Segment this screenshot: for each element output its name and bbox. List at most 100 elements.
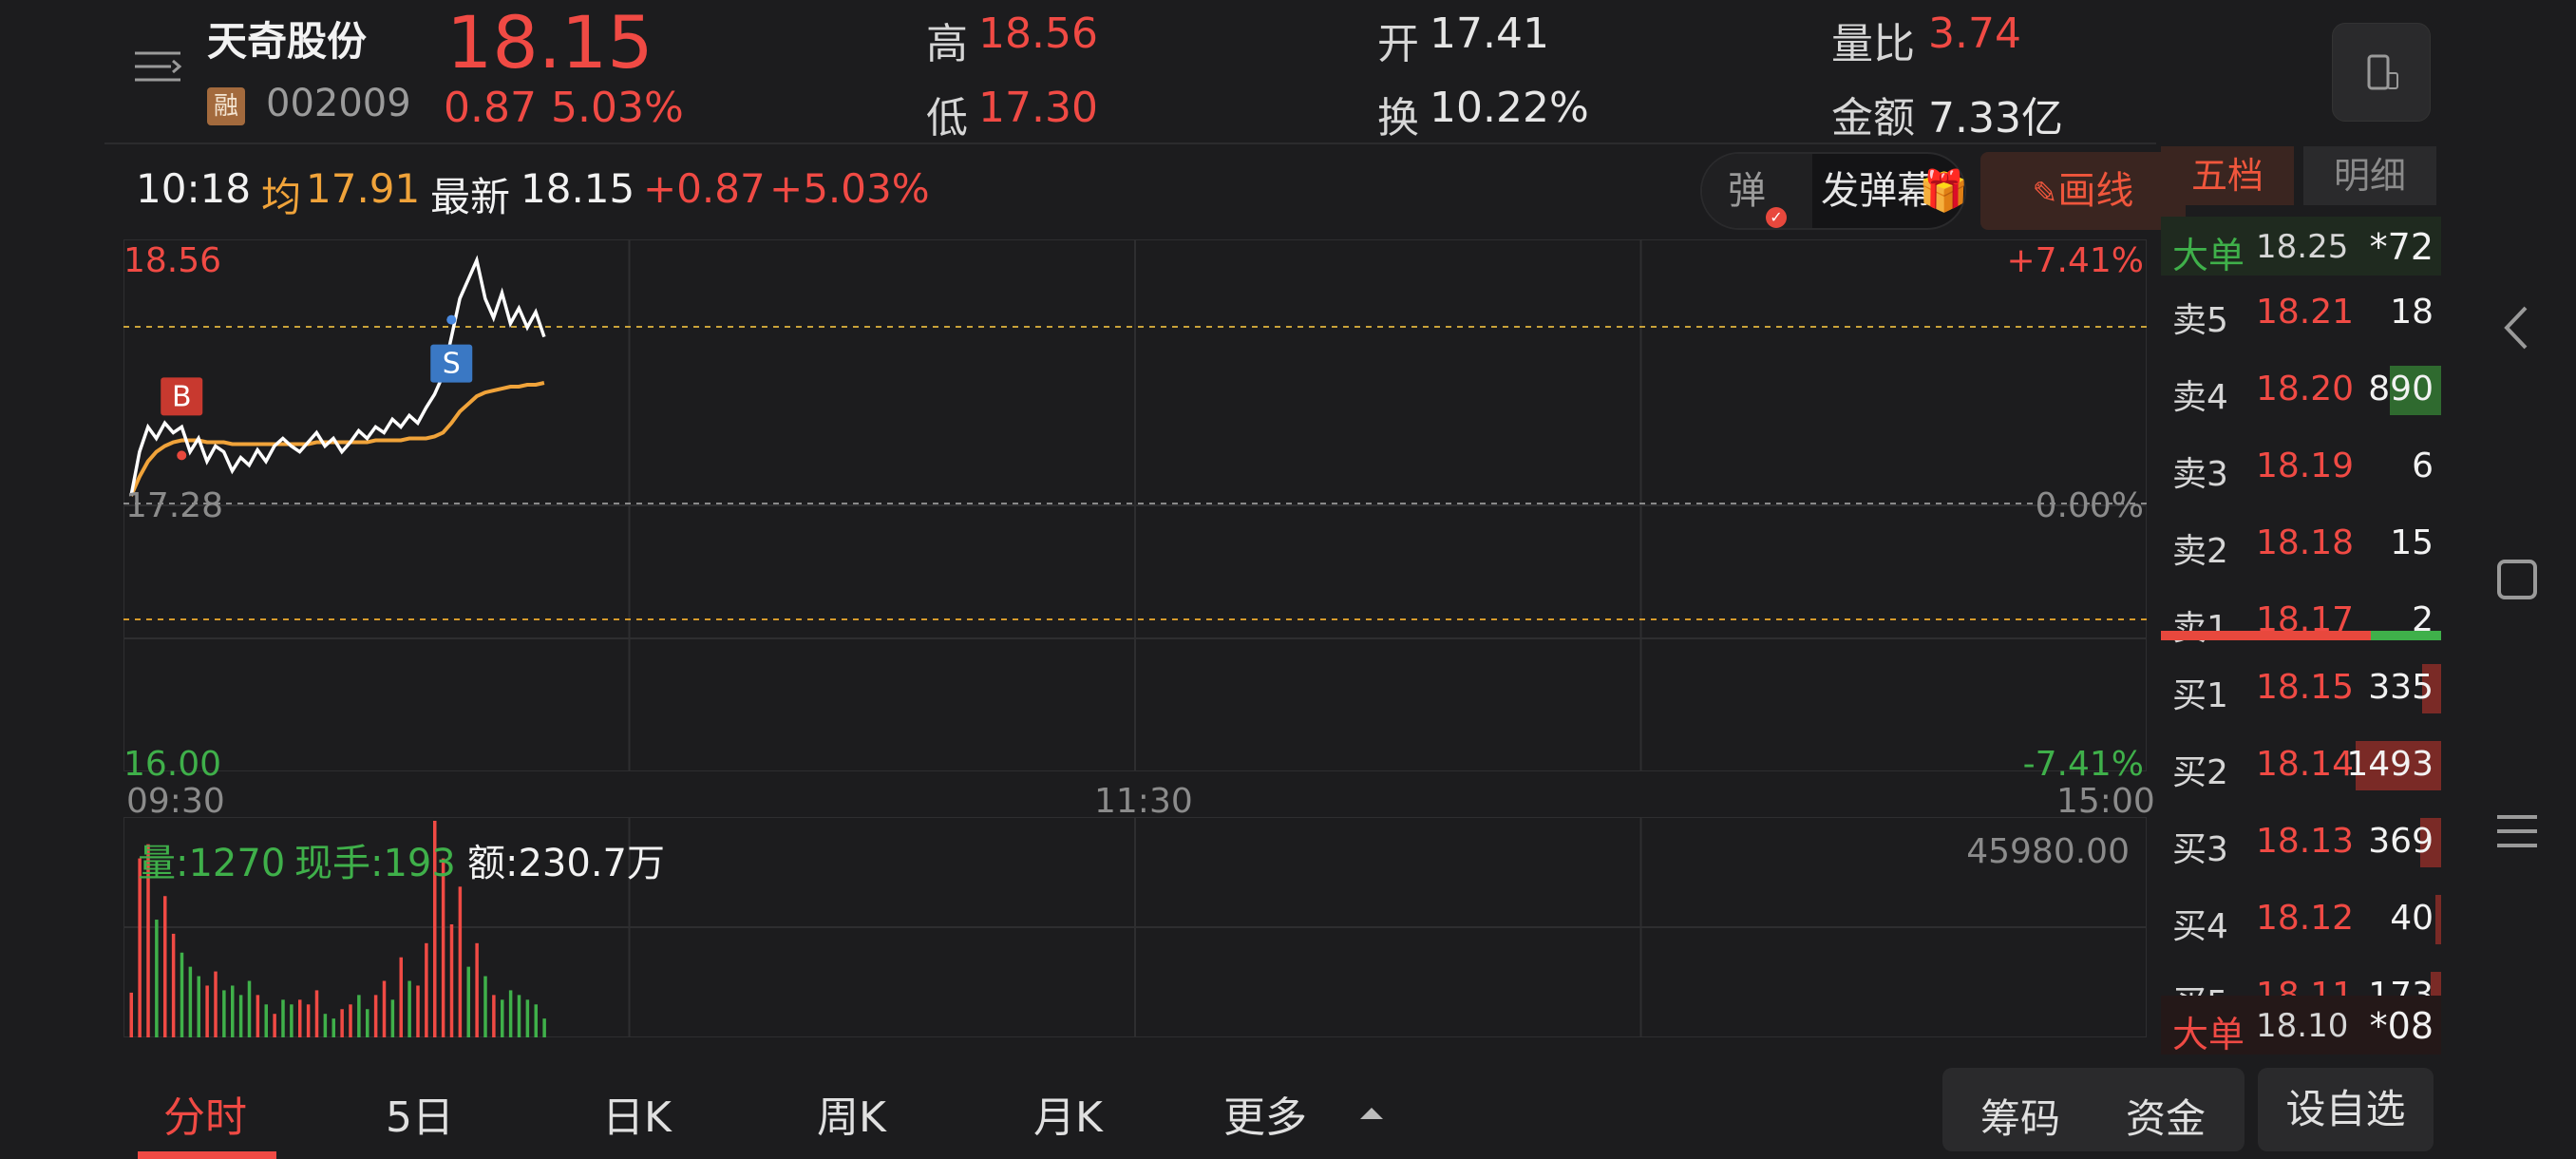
current-volume-label: 现手:193 xyxy=(294,842,456,885)
volume-bar xyxy=(466,966,470,1037)
level-price: 18.12 xyxy=(2256,899,2355,938)
quote-header: 天奇股份 融 002009 18.15 0.87 5.03% 高 18.56 低… xyxy=(0,0,2441,142)
big-order-top-label: 大单 xyxy=(2172,235,2245,276)
gift-icon: 🎁 xyxy=(1919,167,1969,214)
draw-line-button[interactable]: ✎画线 xyxy=(1980,152,2186,230)
volume-bar xyxy=(129,992,133,1037)
level-label: 买1 xyxy=(2172,676,2228,715)
ask-row-1[interactable]: 卖5 18.21 18 xyxy=(2161,285,2441,342)
big-order-bottom-qty: *08 xyxy=(2369,1005,2434,1047)
send-danmu-button[interactable]: 发弹幕 xyxy=(1821,154,1935,228)
back-icon[interactable] xyxy=(2484,294,2550,361)
latest-value: 18.15 xyxy=(521,165,635,212)
order-book: 五档 明细 大单 18.25 *72 卖5 18.21 18 卖4 18.20 890 卖3… xyxy=(2161,142,2441,1055)
chart-grid xyxy=(123,239,2147,771)
volume-bar xyxy=(163,896,167,1037)
big-order-top-qty: *72 xyxy=(2369,226,2434,268)
tab-five-levels[interactable]: 五档 xyxy=(2161,146,2294,205)
level-label: 买3 xyxy=(2172,830,2228,869)
level-qty: 335 xyxy=(2368,668,2434,707)
big-order-bottom-price: 18.10 xyxy=(2256,1007,2349,1045)
bid-row-1[interactable]: 买1 18.15 335 xyxy=(2161,660,2441,717)
pencil-icon: ✎ xyxy=(2032,175,2058,211)
amount-label: 金额 xyxy=(1831,94,1915,142)
volume-bar xyxy=(340,1009,344,1037)
y-axis-bottom-label: 16.00 xyxy=(123,745,222,784)
level-label: 买2 xyxy=(2172,753,2228,792)
level-price: 18.13 xyxy=(2256,822,2355,861)
bid-row-3[interactable]: 买3 18.13 369 xyxy=(2161,814,2441,871)
stock-name[interactable]: 天奇股份 xyxy=(207,10,367,67)
y-axis-top-label: 18.56 xyxy=(123,241,222,280)
volume-amount-label: 额:230.7万 xyxy=(467,842,665,885)
volume-bar xyxy=(373,995,378,1037)
ask-row-4[interactable]: 卖2 18.18 15 xyxy=(2161,516,2441,573)
ask-row-3[interactable]: 卖3 18.19 6 xyxy=(2161,439,2441,496)
level-qty: 6 xyxy=(2412,446,2434,485)
level-price: 18.20 xyxy=(2256,370,2355,408)
level-price: 18.15 xyxy=(2256,668,2355,707)
volume-bar xyxy=(238,995,243,1037)
period-tabs: 分时 5日 日K 周K 月K 更多 筹码 资金 设自选 xyxy=(0,1064,2441,1159)
tab-details[interactable]: 明细 xyxy=(2303,146,2436,205)
tab-monthly-k[interactable]: 月K xyxy=(1033,1083,1103,1144)
danmu-control: 弹✓ 发弹幕 🎁 xyxy=(1700,152,1969,230)
active-tab-indicator xyxy=(138,1151,276,1159)
volume-bar xyxy=(298,999,302,1037)
turnover-value: 10.22% xyxy=(1430,84,1589,132)
level-label: 卖5 xyxy=(2172,301,2228,340)
phone-rotate-icon xyxy=(2367,54,2398,90)
volume-bar xyxy=(323,1014,328,1037)
stock-code: 002009 xyxy=(266,82,411,125)
danmu-toggle-button[interactable]: 弹✓ xyxy=(1702,154,1812,228)
ask-row-2[interactable]: 卖4 18.20 890 xyxy=(2161,362,2441,419)
volume-bar xyxy=(483,976,487,1037)
sell-dot xyxy=(446,314,457,325)
volume-bar xyxy=(290,1004,294,1037)
order-book-tabs: 五档 明细 xyxy=(2161,142,2441,209)
amount-value: 7.33亿 xyxy=(1928,94,2063,142)
tab-5day[interactable]: 5日 xyxy=(386,1083,454,1144)
caret-up-icon[interactable] xyxy=(1356,1104,1387,1123)
landscape-toggle-button[interactable] xyxy=(2332,23,2431,122)
volume-bar xyxy=(247,980,252,1037)
add-watchlist-button[interactable]: 设自选 xyxy=(2258,1068,2434,1151)
volume-bar xyxy=(214,971,218,1037)
bid-row-2[interactable]: 买2 18.14 1493 xyxy=(2161,737,2441,794)
level-qty: 40 xyxy=(2390,899,2434,938)
volume-max-label: 45980.00 xyxy=(1966,832,2130,871)
volume-bar xyxy=(449,923,454,1037)
level-label: 卖3 xyxy=(2172,455,2228,494)
info-time: 10:18 xyxy=(136,165,252,212)
x-axis-end-label: 15:00 xyxy=(2056,782,2155,821)
volume-bar xyxy=(349,1004,352,1037)
volume-bar xyxy=(534,1004,538,1037)
volume-bar xyxy=(399,957,403,1037)
tab-daily-k[interactable]: 日K xyxy=(602,1083,672,1144)
chips-button[interactable]: 筹码 xyxy=(1980,1087,2060,1145)
big-order-top-price: 18.25 xyxy=(2256,228,2349,266)
ask-row-5[interactable]: 卖1 18.17 2 xyxy=(2161,593,2441,650)
header-divider xyxy=(104,142,2156,144)
volume-bar xyxy=(382,980,387,1037)
level-label: 卖4 xyxy=(2172,378,2228,417)
tab-weekly-k[interactable]: 周K xyxy=(817,1083,886,1144)
info-change-pct: +5.03% xyxy=(769,165,930,212)
funds-button[interactable]: 资金 xyxy=(2126,1087,2206,1145)
volume-ratio-value: 3.74 xyxy=(1928,10,2021,58)
check-badge-icon: ✓ xyxy=(1766,207,1787,228)
menu-icon[interactable] xyxy=(133,48,182,89)
volume-bar xyxy=(281,999,285,1037)
volume-bar xyxy=(331,1018,335,1037)
volume-bar xyxy=(264,1004,268,1037)
bid-row-4[interactable]: 买4 18.12 40 xyxy=(2161,891,2441,948)
tab-intraday[interactable]: 分时 xyxy=(163,1083,247,1144)
volume-bar xyxy=(314,990,319,1037)
home-icon[interactable] xyxy=(2484,546,2550,613)
volume-bar xyxy=(231,985,235,1037)
intraday-price-chart[interactable]: BS xyxy=(123,239,2147,771)
level-price: 18.21 xyxy=(2256,293,2355,332)
tab-more[interactable]: 更多 xyxy=(1223,1083,1307,1144)
volume-bar xyxy=(205,985,209,1037)
recents-icon[interactable] xyxy=(2484,798,2550,864)
